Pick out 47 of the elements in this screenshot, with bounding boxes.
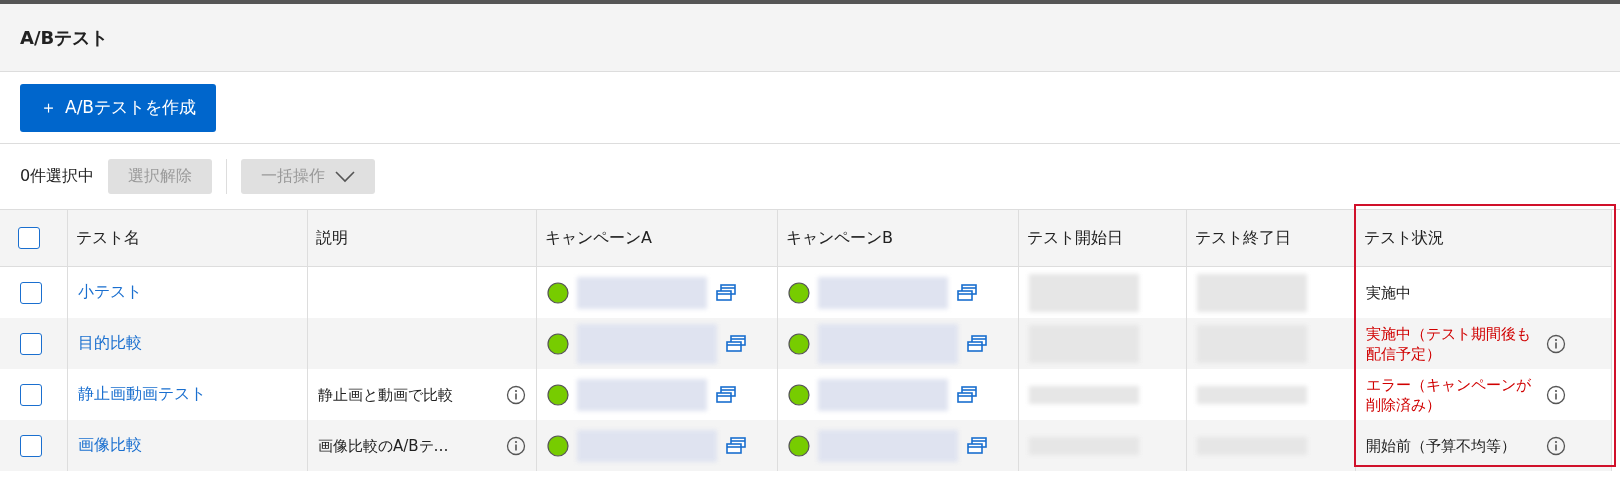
info-icon[interactable]: [506, 384, 526, 405]
status-dot-icon: [788, 434, 810, 457]
row-checkbox[interactable]: [20, 383, 42, 406]
info-icon[interactable]: [1546, 333, 1566, 354]
status-dot-icon: [788, 383, 810, 406]
column-header: テスト終了日: [1195, 227, 1291, 249]
status-dot-icon: [547, 332, 569, 355]
info-icon[interactable]: [506, 435, 526, 456]
info-icon[interactable]: [1546, 435, 1566, 456]
windows-icon[interactable]: [966, 333, 988, 354]
windows-icon[interactable]: [966, 435, 988, 456]
column-header: テスト開始日: [1027, 227, 1123, 249]
row-checkbox[interactable]: [20, 434, 42, 457]
status-dot-icon: [547, 281, 569, 304]
windows-icon[interactable]: [725, 435, 747, 456]
row-checkbox[interactable]: [20, 332, 42, 355]
column-header: テスト状況: [1364, 227, 1444, 249]
windows-icon[interactable]: [725, 333, 747, 354]
test-name-link[interactable]: 静止画動画テスト: [78, 384, 206, 405]
description-text: 画像比較のA/Bテ…: [318, 435, 450, 456]
test-status-text: 実施中: [1366, 282, 1412, 303]
windows-icon[interactable]: [715, 384, 737, 405]
test-name-link[interactable]: 小テスト: [78, 282, 142, 303]
selection-count: 0件選択中: [20, 166, 95, 187]
test-status-text: 実施中（テスト期間後も配信予定）: [1366, 323, 1532, 364]
column-header: テスト名: [76, 227, 140, 249]
test-name-link[interactable]: 画像比較: [78, 435, 142, 456]
create-test-button[interactable]: ＋ A/Bテストを作成: [20, 83, 217, 132]
select-all-checkbox[interactable]: [18, 227, 40, 249]
description-text: 静止画と動画で比較: [318, 384, 454, 405]
status-dot-icon: [547, 434, 569, 457]
column-header: 説明: [316, 227, 348, 249]
windows-icon[interactable]: [956, 282, 978, 303]
test-status-text: エラー（キャンペーンが削除済み）: [1366, 374, 1532, 415]
test-status-text: 開始前（予算不均等）: [1366, 435, 1517, 456]
status-dot-icon: [788, 332, 810, 355]
windows-icon[interactable]: [956, 384, 978, 405]
page-title: A/Bテスト: [20, 25, 109, 50]
chevron-down-icon: [335, 170, 356, 183]
info-icon[interactable]: [1546, 384, 1566, 405]
status-dot-icon: [547, 383, 569, 406]
column-header: キャンペーンA: [545, 227, 652, 249]
windows-icon[interactable]: [715, 282, 737, 303]
test-name-link[interactable]: 目的比較: [78, 333, 142, 354]
column-header: キャンペーンB: [786, 227, 893, 249]
row-checkbox[interactable]: [20, 281, 42, 304]
status-dot-icon: [788, 281, 810, 304]
